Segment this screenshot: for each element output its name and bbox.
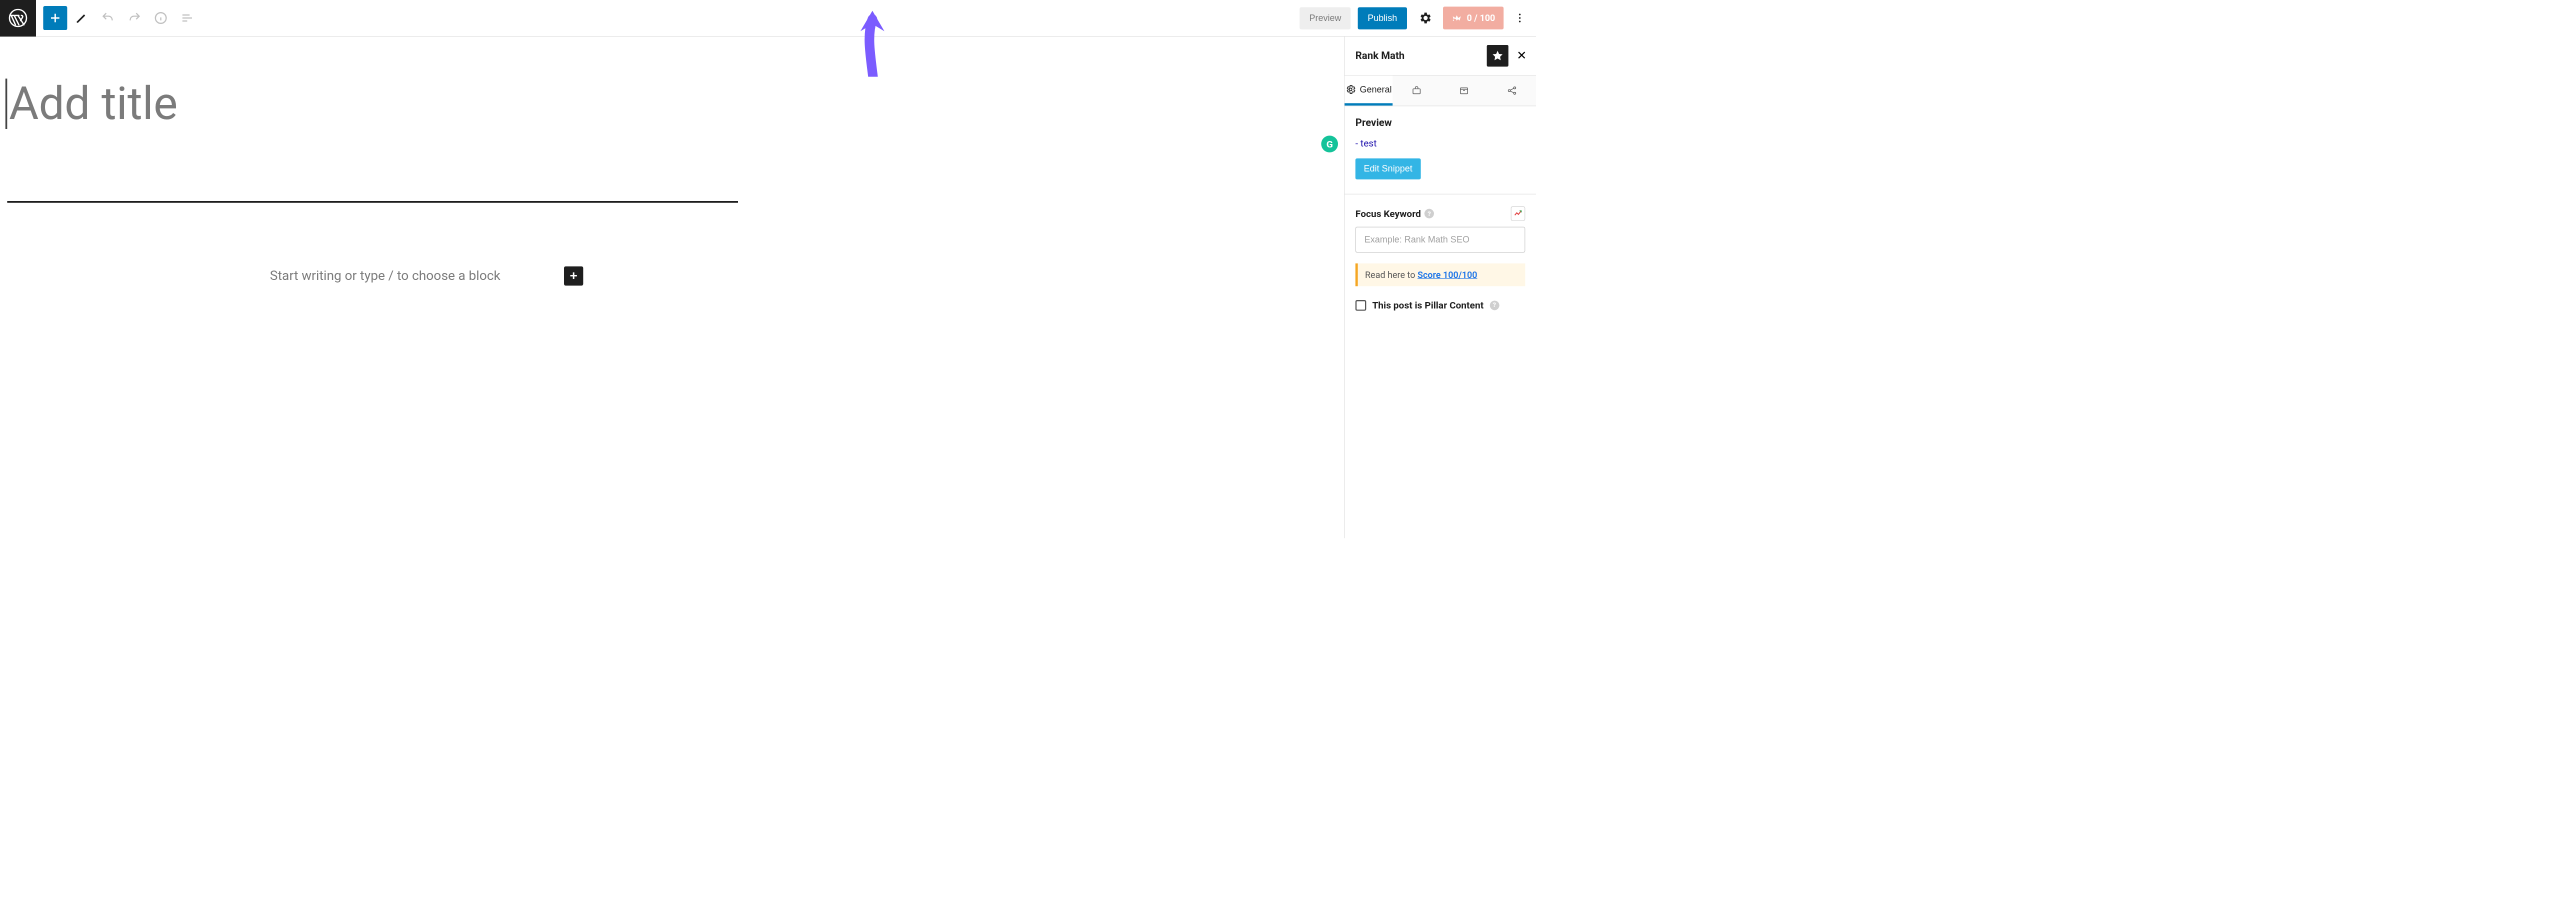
trends-icon[interactable]: [1511, 206, 1525, 220]
publish-button[interactable]: Publish: [1358, 7, 1407, 29]
tab-general-label: General: [1360, 84, 1392, 94]
preview-button[interactable]: Preview: [1300, 7, 1351, 29]
pillar-label: This post is Pillar Content: [1372, 299, 1483, 310]
sidebar-body: Preview - test Edit Snippet Focus Keywor…: [1345, 106, 1536, 321]
post-title-input[interactable]: Add title: [5, 79, 1344, 129]
focus-keyword-label: Focus Keyword: [1355, 208, 1421, 219]
undo-button[interactable]: [96, 6, 120, 30]
score-tip-link[interactable]: Score 100/100: [1417, 269, 1477, 280]
seo-score-pill[interactable]: 0 / 100: [1443, 7, 1504, 30]
block-placeholder-text[interactable]: Start writing or type / to choose a bloc…: [7, 269, 583, 284]
score-tip-prefix: Read here to: [1365, 269, 1417, 280]
pillar-row: This post is Pillar Content ?: [1355, 299, 1525, 310]
wordpress-logo[interactable]: [0, 0, 36, 36]
score-tip: Read here to Score 100/100: [1355, 263, 1525, 286]
tab-social[interactable]: [1488, 76, 1536, 106]
snippet-title: - test: [1355, 137, 1525, 148]
block-line: Start writing or type / to choose a bloc…: [7, 269, 583, 284]
sidebar-divider: [1345, 194, 1536, 195]
focus-keyword-input[interactable]: [1355, 227, 1525, 253]
info-button[interactable]: [149, 6, 173, 30]
pillar-help-icon[interactable]: ?: [1490, 300, 1500, 310]
tab-general[interactable]: General: [1345, 76, 1393, 106]
redo-button[interactable]: [122, 6, 146, 30]
pillar-checkbox[interactable]: [1355, 300, 1366, 311]
seo-score-value: 0 / 100: [1467, 13, 1495, 24]
edit-mode-icon[interactable]: [70, 6, 94, 30]
grammarly-icon[interactable]: G: [1321, 136, 1338, 153]
main-area: Add title Start writing or type / to cho…: [0, 37, 1536, 539]
more-menu-icon[interactable]: [1511, 7, 1529, 29]
settings-gear-icon[interactable]: [1414, 7, 1436, 29]
tab-schema[interactable]: [1440, 76, 1488, 106]
block-inserter-button[interactable]: [43, 6, 67, 30]
toolbar-left: [36, 6, 199, 30]
help-icon[interactable]: ?: [1425, 209, 1435, 219]
add-block-button[interactable]: +: [564, 266, 583, 285]
edit-snippet-button[interactable]: Edit Snippet: [1355, 158, 1420, 179]
close-sidebar-icon[interactable]: ✕: [1513, 47, 1530, 64]
rankmath-sidebar: Rank Math ✕ General Preview - test: [1344, 37, 1536, 539]
star-icon[interactable]: [1487, 45, 1509, 67]
sidebar-header: Rank Math ✕: [1345, 37, 1536, 76]
tab-advanced[interactable]: [1392, 76, 1440, 106]
outline-button[interactable]: [175, 6, 199, 30]
sidebar-title: Rank Math: [1355, 50, 1486, 62]
topbar: Preview Publish 0 / 100: [0, 0, 1536, 37]
editor-canvas: Add title Start writing or type / to cho…: [0, 37, 1344, 539]
toolbar-right: Preview Publish 0 / 100: [1300, 7, 1536, 30]
sidebar-tabs: General: [1345, 76, 1536, 107]
title-separator: [7, 201, 738, 203]
focus-keyword-label-row: Focus Keyword ?: [1355, 206, 1525, 220]
preview-heading: Preview: [1355, 117, 1525, 129]
